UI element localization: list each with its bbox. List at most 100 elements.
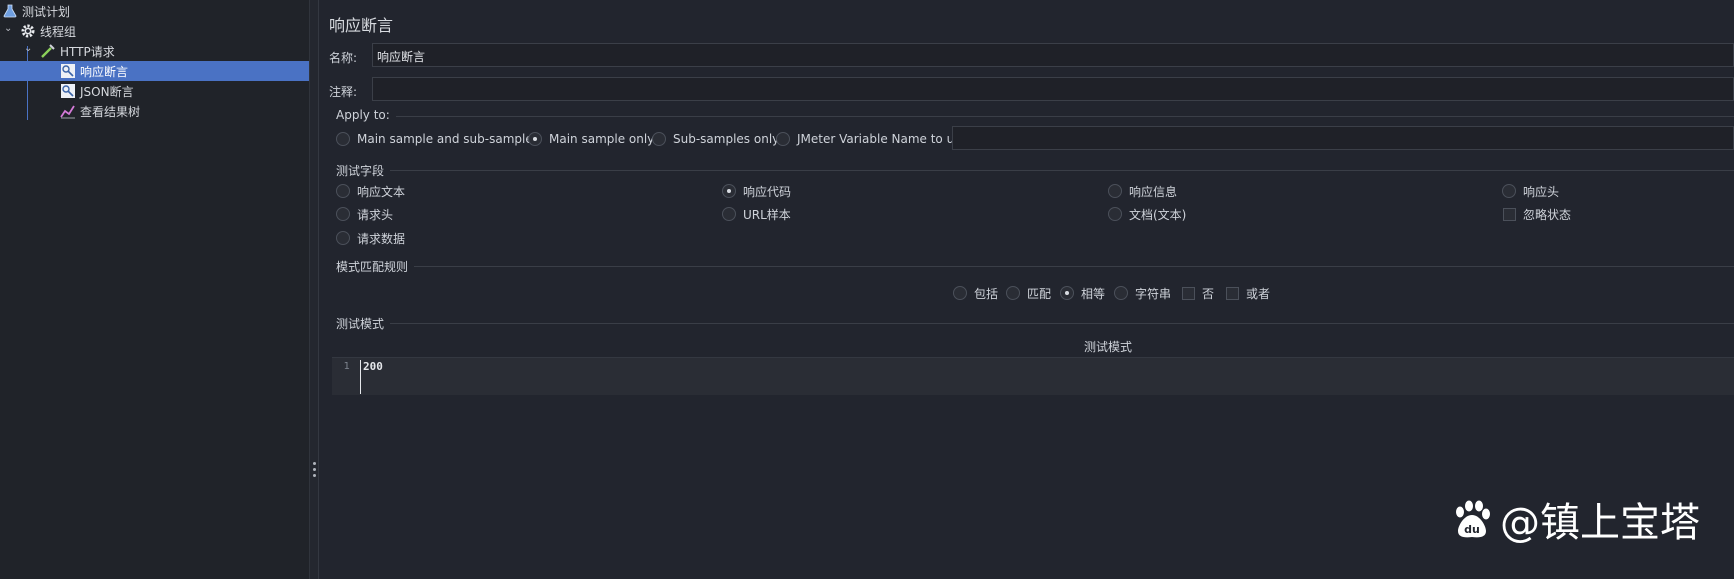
radio-label: 请求数据 <box>357 231 406 246</box>
checkbox-indicator <box>1503 207 1516 221</box>
apply-jmeter-variable-radio[interactable]: JMeter Variable Name to use <box>776 130 968 148</box>
radio-indicator <box>1108 184 1122 198</box>
radio-indicator <box>722 184 736 198</box>
radio-indicator <box>652 132 666 146</box>
test-patterns-title: 测试模式 <box>336 315 391 332</box>
radio-label: 字符串 <box>1135 286 1172 301</box>
radio-label: 响应信息 <box>1129 184 1178 199</box>
apply-main-and-sub-radio[interactable]: Main sample and sub-samples <box>336 130 539 148</box>
ignore-status-checkbox[interactable]: 忽略状态 <box>1503 205 1571 223</box>
name-label: 名称: <box>329 51 358 65</box>
radio-indicator <box>336 184 350 198</box>
checkbox-indicator <box>1182 286 1195 300</box>
page-title: 响应断言 <box>329 16 394 35</box>
chart-icon <box>60 103 76 119</box>
splitter-grip <box>313 474 316 477</box>
tree-item-thread-group[interactable]: 线程组 <box>20 21 300 41</box>
line-number: 1 <box>343 361 350 372</box>
tree-item-view-results-tree[interactable]: 查看结果树 <box>60 101 300 121</box>
comment-field[interactable] <box>372 77 1734 101</box>
radio-label: 包括 <box>974 286 999 301</box>
section-divider <box>336 266 1734 267</box>
radio-label: 匹配 <box>1027 286 1052 301</box>
radio-indicator <box>336 231 350 245</box>
radio-indicator <box>528 132 542 146</box>
radio-label: Main sample and sub-samples <box>357 132 539 146</box>
rule-equals-radio[interactable]: 相等 <box>1060 284 1105 302</box>
splitter-grip <box>313 462 316 465</box>
tree-item-response-assertion[interactable]: 响应断言 <box>0 61 309 81</box>
tree-item-label: 查看结果树 <box>80 104 141 119</box>
tree-guide-line <box>27 46 28 120</box>
field-url-sample-radio[interactable]: URL样本 <box>722 205 791 223</box>
radio-indicator <box>336 132 350 146</box>
rule-not-checkbox[interactable]: 否 <box>1182 284 1214 302</box>
comment-label: 注释: <box>329 85 358 99</box>
checkbox-label: 否 <box>1202 286 1215 301</box>
radio-label: 相等 <box>1081 286 1106 301</box>
radio-label: URL样本 <box>743 207 791 222</box>
pattern-value: 200 <box>363 360 383 373</box>
splitter-grip <box>313 468 316 471</box>
checkbox-label: 忽略状态 <box>1523 207 1572 222</box>
field-response-text-radio[interactable]: 响应文本 <box>336 182 405 200</box>
name-field[interactable]: 响应断言 <box>372 43 1734 67</box>
field-response-message-radio[interactable]: 响应信息 <box>1108 182 1177 200</box>
radio-label: 响应代码 <box>743 184 792 199</box>
section-divider <box>336 170 1734 171</box>
field-response-code-radio[interactable]: 响应代码 <box>722 182 791 200</box>
patterns-column-header: 测试模式 <box>1084 340 1133 354</box>
user-search-icon <box>60 83 76 99</box>
gear-icon <box>20 23 36 39</box>
radio-label: 响应头 <box>1523 184 1560 199</box>
radio-label: 响应文本 <box>357 184 406 199</box>
tree-item-label: 测试计划 <box>22 4 71 19</box>
field-response-headers-radio[interactable]: 响应头 <box>1502 182 1559 200</box>
tree-item-label: JSON断言 <box>80 84 134 99</box>
radio-indicator <box>1108 207 1122 221</box>
tree-item-label: 线程组 <box>40 24 77 39</box>
pattern-rules-title: 模式匹配规则 <box>336 258 415 275</box>
apply-sub-only-radio[interactable]: Sub-samples only <box>652 130 779 148</box>
watermark: du @镇上宝塔 <box>1450 490 1700 548</box>
radio-indicator <box>1502 184 1516 198</box>
rule-matches-radio[interactable]: 匹配 <box>1006 284 1051 302</box>
apply-main-only-radio[interactable]: Main sample only <box>528 130 654 148</box>
chevron-down-icon[interactable]: ⌄ <box>24 43 32 54</box>
checkbox-indicator <box>1226 286 1239 300</box>
pattern-editor[interactable]: 1 200 <box>332 357 1734 395</box>
tree-item-test-plan[interactable]: 测试计划 <box>2 1 302 21</box>
tree-item-json-assertion[interactable]: JSON断言 <box>60 81 300 101</box>
chevron-down-icon[interactable]: ⌄ <box>4 23 12 34</box>
rule-substring-radio[interactable]: 字符串 <box>1114 284 1171 302</box>
apply-to-title: Apply to: <box>336 108 396 122</box>
baidu-paw-logo: du <box>1456 500 1490 538</box>
tree-item-http-request[interactable]: HTTP请求 <box>40 41 300 61</box>
pipette-icon <box>40 43 56 59</box>
radio-indicator <box>1114 286 1128 300</box>
radio-label: Main sample only <box>549 132 655 146</box>
radio-label: 请求头 <box>357 207 394 222</box>
panel-splitter[interactable] <box>310 0 319 579</box>
tree-item-label: 响应断言 <box>80 64 129 79</box>
radio-label: 文档(文本) <box>1129 207 1187 222</box>
user-search-icon <box>60 63 76 79</box>
tree-item-label: HTTP请求 <box>60 44 115 59</box>
flask-icon <box>2 3 18 19</box>
logo-text: du <box>1464 523 1480 536</box>
field-request-headers-radio[interactable]: 请求头 <box>336 205 393 223</box>
test-plan-tree: 测试计划 ⌄ 线程组 ⌄ HTTP请求 响应断言 JSON断言 查看结果树 <box>0 0 310 579</box>
field-document-text-radio[interactable]: 文档(文本) <box>1108 205 1186 223</box>
checkbox-label: 或者 <box>1246 286 1271 301</box>
section-divider <box>336 323 1734 324</box>
section-divider <box>336 116 1734 117</box>
radio-label: Sub-samples only <box>673 132 780 146</box>
rule-contains-radio[interactable]: 包括 <box>953 284 998 302</box>
radio-indicator <box>722 207 736 221</box>
radio-label: JMeter Variable Name to use <box>797 132 968 146</box>
rule-or-checkbox[interactable]: 或者 <box>1226 284 1270 302</box>
jmeter-variable-field[interactable] <box>952 126 1734 150</box>
radio-indicator <box>953 286 967 300</box>
radio-indicator <box>336 207 350 221</box>
field-request-data-radio[interactable]: 请求数据 <box>336 229 405 247</box>
